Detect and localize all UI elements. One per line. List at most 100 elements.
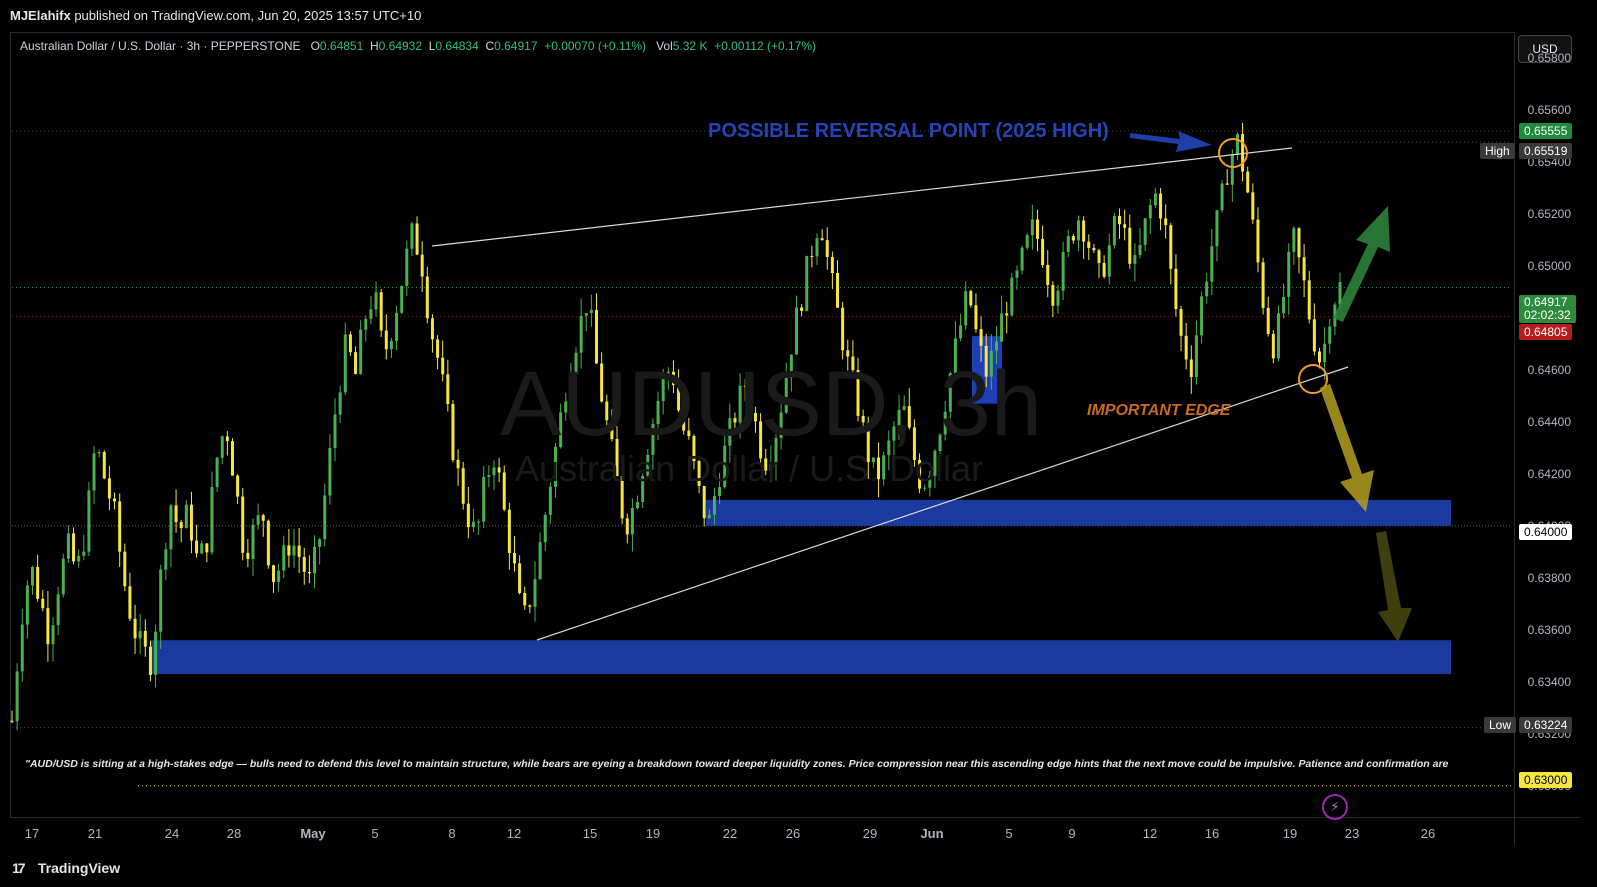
candle-body: [815, 238, 819, 257]
lightning-icon[interactable]: ⚡: [1322, 794, 1348, 820]
candle-body: [20, 624, 24, 672]
candle-body: [1035, 219, 1039, 239]
candle-body: [1046, 264, 1050, 285]
candle-body: [1261, 262, 1265, 308]
candle-body: [1097, 250, 1101, 263]
price-tick-label: 0.65000: [1527, 258, 1571, 273]
candle-body: [518, 563, 522, 593]
candle-body: [384, 330, 388, 350]
candle-body: [138, 630, 142, 639]
candle-body: [148, 646, 152, 675]
candle-body: [210, 487, 214, 553]
candle-body: [1271, 333, 1275, 359]
candle-body: [1241, 134, 1245, 172]
symbol-description[interactable]: Australian Dollar / U.S. Dollar · 3h · P…: [20, 39, 301, 53]
candle-body: [1205, 281, 1209, 297]
candle-body: [1015, 270, 1019, 278]
change-value: +0.00070 (+0.11%): [544, 39, 647, 53]
candle-body: [497, 467, 501, 473]
candle-body: [102, 451, 106, 479]
candle-body: [538, 542, 542, 580]
candle-body: [636, 502, 640, 509]
candle-body: [143, 630, 147, 647]
candle-body: [123, 551, 127, 587]
candle-body: [425, 276, 429, 319]
candle-body: [215, 457, 219, 488]
candle-body: [1210, 246, 1214, 282]
candle-body: [246, 552, 250, 559]
candle-body: [400, 285, 404, 313]
bullish-arrow[interactable]: [1333, 206, 1390, 322]
candle-body: [128, 586, 132, 619]
current-price-tag: 0.64917 02:02:32: [1519, 295, 1576, 323]
edge-annotation[interactable]: IMPORTANT EDGE: [1087, 402, 1230, 420]
tradingview-brand[interactable]: 17 TradingView: [12, 860, 120, 876]
bearish-arrow-second[interactable]: [1376, 531, 1412, 642]
candle-body: [994, 341, 998, 351]
candle-body: [1000, 313, 1004, 342]
candle-body: [1276, 313, 1280, 359]
candle-body: [1220, 183, 1224, 211]
brand-name: TradingView: [37, 860, 121, 876]
reversal-arrow[interactable]: [1130, 131, 1212, 152]
candle-body: [579, 315, 583, 353]
candle-body: [10, 720, 14, 722]
candle-body: [1159, 193, 1163, 219]
candle-body: [1071, 236, 1075, 241]
candle-body: [1061, 251, 1065, 291]
candle-body: [1107, 245, 1111, 277]
candle-body: [625, 518, 629, 535]
candle-body: [41, 598, 45, 609]
candle-body: [969, 291, 973, 306]
open-value: 0.64851: [319, 39, 364, 53]
time-tick-label: 5: [1005, 826, 1013, 841]
candle-body: [964, 291, 968, 326]
candle-body: [979, 329, 983, 346]
support-zone-upper[interactable]: [706, 499, 1451, 526]
price-tick-label: 0.65600: [1527, 102, 1571, 117]
candle-body: [343, 334, 347, 393]
candle-body: [528, 605, 532, 607]
author-name[interactable]: MJElahifx: [10, 8, 71, 23]
bar-countdown: 02:02:32: [1524, 308, 1571, 322]
upper-trendline[interactable]: [431, 147, 1293, 247]
candle-body: [482, 476, 486, 522]
time-tick-label: 15: [582, 826, 598, 841]
reversal-annotation[interactable]: POSSIBLE REVERSAL POINT (2025 HIGH): [708, 120, 1109, 143]
candle-body: [87, 490, 91, 552]
high-label-tag: High: [1480, 143, 1515, 159]
bearish-arrow[interactable]: [1320, 384, 1374, 512]
price-tick-label: 0.63800: [1527, 570, 1571, 585]
candle-body: [1235, 134, 1239, 155]
time-tick-label: 22: [722, 826, 738, 841]
candle-body: [1025, 235, 1029, 248]
candle-body: [379, 292, 383, 331]
candle-body: [405, 248, 409, 286]
publish-header: MJElahifx published on TradingView.com, …: [10, 8, 421, 23]
candle-body: [1112, 215, 1116, 246]
candle-body: [451, 404, 455, 460]
candle-body: [292, 545, 296, 556]
candle-body: [1200, 296, 1204, 336]
candle-body: [512, 552, 516, 564]
candle-body: [1194, 335, 1198, 377]
candle-body: [313, 546, 317, 574]
candle-body: [359, 329, 363, 375]
time-tick-label: 29: [862, 826, 878, 841]
candle-body: [189, 504, 193, 541]
candle-body: [56, 594, 60, 626]
publish-info: published on TradingView.com, Jun 20, 20…: [74, 8, 422, 23]
candle-body: [702, 485, 706, 519]
candle-body: [82, 551, 86, 556]
candle-body: [1077, 220, 1081, 241]
candle-body: [436, 339, 440, 358]
candle-body: [328, 448, 332, 496]
candle-body: [1215, 210, 1219, 247]
volume-change: +0.00112 (+0.17%): [714, 39, 816, 53]
candle-body: [266, 520, 270, 566]
volume-value: 5.32 K: [672, 39, 708, 53]
candle-body: [36, 566, 40, 599]
candle-body: [1051, 284, 1055, 306]
support-zone-lower[interactable]: [151, 640, 1451, 675]
candle-body: [241, 496, 245, 553]
